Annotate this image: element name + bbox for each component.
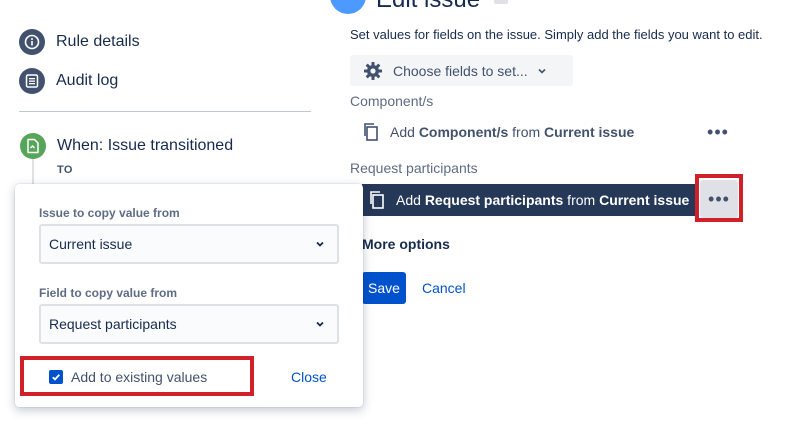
row-field-name: Request participants bbox=[424, 192, 564, 208]
close-button[interactable]: Close bbox=[291, 369, 327, 385]
gear-icon bbox=[363, 61, 383, 81]
chevron-down-icon bbox=[315, 319, 325, 329]
edit-issue-icon bbox=[330, 0, 366, 14]
copy-icon bbox=[368, 190, 386, 210]
trigger-title[interactable]: When: Issue transitioned bbox=[57, 137, 233, 155]
sidebar-item-audit-log[interactable]: Audit log bbox=[19, 68, 118, 94]
chevron-down-icon bbox=[315, 239, 325, 249]
row-field-name: Component/s bbox=[418, 124, 509, 140]
row-source: Current issue bbox=[544, 124, 635, 140]
edit-issue-description: Set values for fields on the issue. Simp… bbox=[350, 27, 763, 42]
row-middle: from bbox=[508, 124, 545, 140]
field-source-label: Field to copy value from bbox=[39, 286, 178, 300]
chevron-down-icon bbox=[537, 66, 547, 76]
row-prefix: Add bbox=[396, 192, 425, 208]
trigger-subtitle: TO bbox=[57, 164, 73, 176]
field-row-request-participants[interactable]: Add Request participants from Current is… bbox=[362, 184, 698, 216]
issue-source-label: Issue to copy value from bbox=[39, 206, 180, 220]
issue-source-value: Current issue bbox=[49, 236, 133, 252]
cancel-button[interactable]: Cancel bbox=[422, 280, 466, 296]
row-prefix: Add bbox=[390, 124, 419, 140]
section-label-request-participants: Request participants bbox=[350, 160, 478, 176]
highlight-box-more-actions bbox=[695, 174, 743, 222]
field-source-value: Request participants bbox=[49, 316, 177, 332]
section-label-components: Component/s bbox=[350, 93, 434, 109]
title-badge-icon bbox=[494, 0, 508, 4]
sidebar-item-label: Rule details bbox=[56, 33, 140, 50]
choose-fields-label: Choose fields to set... bbox=[393, 62, 528, 79]
row-source: Current issue bbox=[599, 192, 690, 208]
highlight-box-checkbox bbox=[20, 356, 254, 396]
more-actions-button-components[interactable]: ••• bbox=[700, 120, 736, 144]
page-title: Edit issue bbox=[376, 0, 480, 14]
more-options-toggle[interactable]: More options bbox=[362, 236, 450, 252]
copy-icon bbox=[362, 122, 380, 142]
more-horizontal-icon: ••• bbox=[707, 121, 729, 142]
field-row-components[interactable]: Add Component/s from Current issue bbox=[362, 122, 634, 142]
info-icon bbox=[19, 29, 45, 55]
list-icon bbox=[19, 68, 45, 94]
issue-trigger-icon bbox=[20, 133, 46, 159]
field-source-select[interactable]: Request participants bbox=[39, 304, 339, 344]
sidebar-item-rule-details[interactable]: Rule details bbox=[19, 29, 140, 55]
choose-fields-button[interactable]: Choose fields to set... bbox=[350, 55, 573, 86]
row-middle: from bbox=[563, 192, 600, 208]
sidebar-item-label: Audit log bbox=[56, 72, 119, 89]
sidebar-divider bbox=[19, 111, 311, 112]
save-button[interactable]: Save bbox=[362, 272, 406, 304]
issue-source-select[interactable]: Current issue bbox=[39, 224, 339, 264]
